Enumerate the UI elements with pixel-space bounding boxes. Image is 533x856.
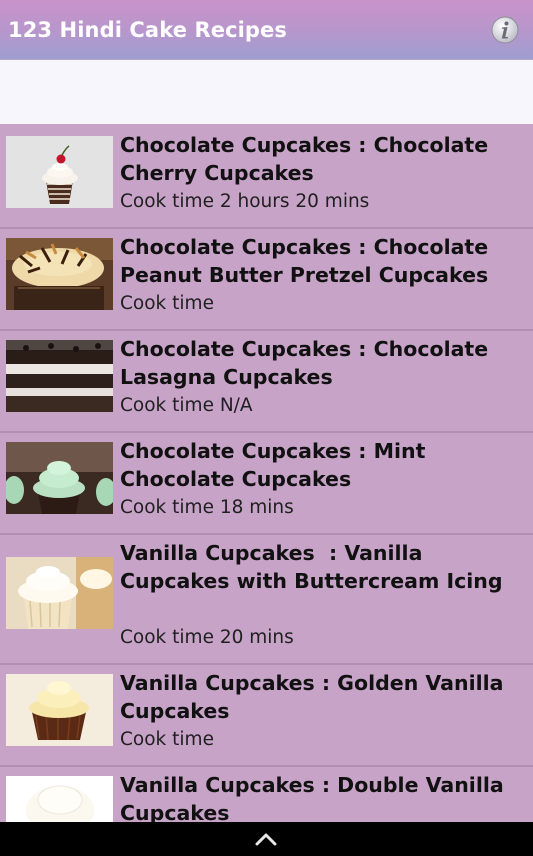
recipe-thumbnail xyxy=(6,776,113,822)
recipe-thumbnail xyxy=(6,238,113,310)
app-bar: 123 Hindi Cake Recipes xyxy=(0,0,533,59)
recipe-thumbnail xyxy=(6,674,113,746)
recipe-title: Chocolate Cupcakes : Chocolate Lasagna C… xyxy=(120,337,496,389)
list-item[interactable]: Vanilla Cupcakes : Double Vanilla Cupcak… xyxy=(0,767,533,822)
cook-time: Cook time 20 mins xyxy=(120,627,294,648)
list-item[interactable]: Vanilla Cupcakes : Golden Vanilla Cupcak… xyxy=(0,665,533,765)
recipe-title: Chocolate Cupcakes : Mint Chocolate Cupc… xyxy=(120,439,433,491)
list-item[interactable]: Vanilla Cupcakes : Vanilla Cupcakes with… xyxy=(0,535,533,663)
cook-time: Cook time xyxy=(120,729,214,750)
chevron-up-icon xyxy=(255,833,277,846)
info-icon xyxy=(491,16,519,44)
ad-banner xyxy=(0,59,533,124)
recipe-title: Vanilla Cupcakes : Vanilla Cupcakes with… xyxy=(120,541,503,593)
recipe-thumbnail xyxy=(6,557,113,629)
recipe-title: Vanilla Cupcakes : Golden Vanilla Cupcak… xyxy=(120,671,511,723)
info-button[interactable] xyxy=(491,16,519,44)
cook-time: Cook time 2 hours 20 mins xyxy=(120,191,370,212)
recipe-list[interactable]: Chocolate Cupcakes : Chocolate Cherry Cu… xyxy=(0,127,533,822)
list-item[interactable]: Chocolate Cupcakes : Chocolate Lasagna C… xyxy=(0,331,533,431)
list-item[interactable]: Chocolate Cupcakes : Chocolate Cherry Cu… xyxy=(0,127,533,227)
cook-time: Cook time N/A xyxy=(120,395,253,416)
recipe-title: Chocolate Cupcakes : Chocolate Cherry Cu… xyxy=(120,133,496,185)
cook-time: Cook time 18 mins xyxy=(120,497,294,518)
navigation-bar xyxy=(0,822,533,856)
recipe-thumbnail xyxy=(6,136,113,208)
recipe-thumbnail xyxy=(6,340,113,412)
recipe-title: Chocolate Cupcakes : Chocolate Peanut Bu… xyxy=(120,235,496,287)
cook-time: Cook time xyxy=(120,293,214,314)
app-title: 123 Hindi Cake Recipes xyxy=(8,18,287,42)
recipe-title: Vanilla Cupcakes : Double Vanilla Cupcak… xyxy=(120,773,511,822)
chevron-up-button[interactable] xyxy=(255,831,277,846)
recipe-thumbnail xyxy=(6,442,113,514)
list-item[interactable]: Chocolate Cupcakes : Mint Chocolate Cupc… xyxy=(0,433,533,533)
list-item[interactable]: Chocolate Cupcakes : Chocolate Peanut Bu… xyxy=(0,229,533,329)
